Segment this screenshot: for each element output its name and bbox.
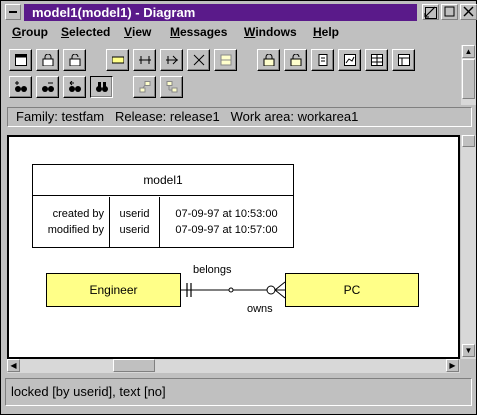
relation-tool-button[interactable] — [133, 49, 156, 71]
family-value: testfam — [61, 109, 105, 124]
table-tool-button[interactable] — [392, 49, 415, 71]
window-icon — [15, 54, 27, 66]
status-bar: locked [by userid], text [no] — [5, 378, 472, 406]
close-icon — [463, 6, 474, 17]
horizontal-scroll-thumb[interactable] — [113, 359, 155, 372]
optional-circle — [266, 285, 276, 295]
menu-messages[interactable]: Messages — [170, 25, 227, 39]
scroll-right-arrow[interactable]: ▶ — [446, 359, 459, 372]
relation-midpoint — [228, 287, 234, 293]
entity-icon — [112, 56, 124, 64]
arrange-icon — [139, 81, 151, 93]
menu-help[interactable]: Help — [313, 25, 339, 39]
toolbar — [9, 47, 461, 103]
find-add-button[interactable] — [9, 76, 32, 98]
unlock-object-button[interactable] — [284, 49, 307, 71]
menu-group[interactable]: Group — [12, 25, 48, 39]
find-toggle-button[interactable] — [90, 76, 113, 98]
vertical-scrollbar[interactable]: ▼ — [461, 135, 476, 359]
maximize-icon — [444, 6, 455, 17]
tree-tool-button[interactable] — [160, 76, 183, 98]
binoculars-back-icon — [69, 81, 81, 92]
layout-tool-button[interactable] — [214, 49, 237, 71]
grid-tool-button[interactable] — [365, 49, 388, 71]
scroll-left-arrow[interactable]: ◀ — [7, 359, 20, 372]
menu-selected[interactable]: Selected — [61, 25, 110, 39]
relation-many-tool-button[interactable] — [160, 49, 183, 71]
release-label: Release: — [114, 109, 167, 124]
toolbar-scroll-up-arrow[interactable]: ▲ — [462, 45, 475, 58]
toolbar-scrollbar[interactable]: ▲ — [461, 45, 476, 105]
menu-windows[interactable]: Windows — [244, 25, 297, 39]
binoculars-icon — [96, 82, 108, 92]
layout-icon — [220, 54, 232, 66]
chart-tool-button[interactable] — [338, 49, 361, 71]
lock-icon — [42, 54, 54, 66]
tree-icon — [166, 81, 178, 93]
line-tool-button[interactable] — [187, 49, 210, 71]
chart-icon — [344, 54, 356, 66]
window-tool-button[interactable] — [9, 49, 32, 71]
horizontal-scrollbar[interactable]: ◀ ▶ — [7, 359, 460, 373]
menu-view[interactable]: View — [124, 25, 151, 39]
unlock-icon — [69, 54, 81, 66]
find-remove-button[interactable] — [36, 76, 59, 98]
binoculars-plus-icon — [15, 81, 27, 92]
unlock-object-icon — [290, 54, 302, 66]
minimize-button[interactable] — [422, 4, 439, 20]
family-label: Family: — [16, 109, 58, 124]
relation-icon — [139, 56, 151, 64]
vertical-scroll-thumb[interactable] — [462, 135, 475, 147]
close-button[interactable] — [460, 4, 477, 20]
arrange-tool-button[interactable] — [133, 76, 156, 98]
document-tool-button[interactable] — [311, 49, 334, 71]
lock-object-button[interactable] — [257, 49, 280, 71]
crowfoot-lower — [274, 289, 286, 299]
diagram-canvas[interactable]: model1 created by modified by userid use… — [7, 135, 460, 359]
release-value: release1 — [169, 109, 220, 124]
diagonal-line-icon — [193, 54, 205, 66]
relation-label-belongs: belongs — [193, 264, 232, 276]
grid-icon — [371, 54, 383, 66]
maximize-button[interactable] — [441, 4, 458, 20]
crowfoot-upper — [274, 281, 286, 291]
binoculars-minus-icon — [42, 82, 54, 92]
info-bar: Family: testfam Release: release1 Work a… — [7, 107, 472, 127]
workarea-label: Work area: — [230, 109, 294, 124]
unlock-tool-button[interactable] — [63, 49, 86, 71]
title-bar[interactable]: model1(model1) - Diagram — [1, 1, 477, 23]
diagram-window: model1(model1) - Diagram Group Selected … — [0, 0, 477, 415]
scroll-down-arrow[interactable]: ▼ — [462, 344, 475, 357]
relationship-connector[interactable] — [9, 137, 458, 357]
lock-object-icon — [263, 54, 275, 66]
toolbar-scroll-thumb[interactable] — [462, 59, 475, 99]
relation-many-icon — [166, 55, 178, 65]
workarea-value: workarea1 — [297, 109, 359, 124]
lock-tool-button[interactable] — [36, 49, 59, 71]
window-title: model1(model1) - Diagram — [24, 4, 417, 21]
entity-tool-button[interactable] — [106, 49, 129, 71]
document-icon — [318, 54, 328, 66]
system-menu-icon[interactable] — [5, 4, 21, 20]
find-back-button[interactable] — [63, 76, 86, 98]
menu-bar: Group Selected View Messages Windows Hel… — [1, 23, 476, 42]
relation-label-owns: owns — [247, 303, 273, 315]
table-icon — [398, 54, 410, 66]
minimize-icon — [424, 6, 436, 18]
